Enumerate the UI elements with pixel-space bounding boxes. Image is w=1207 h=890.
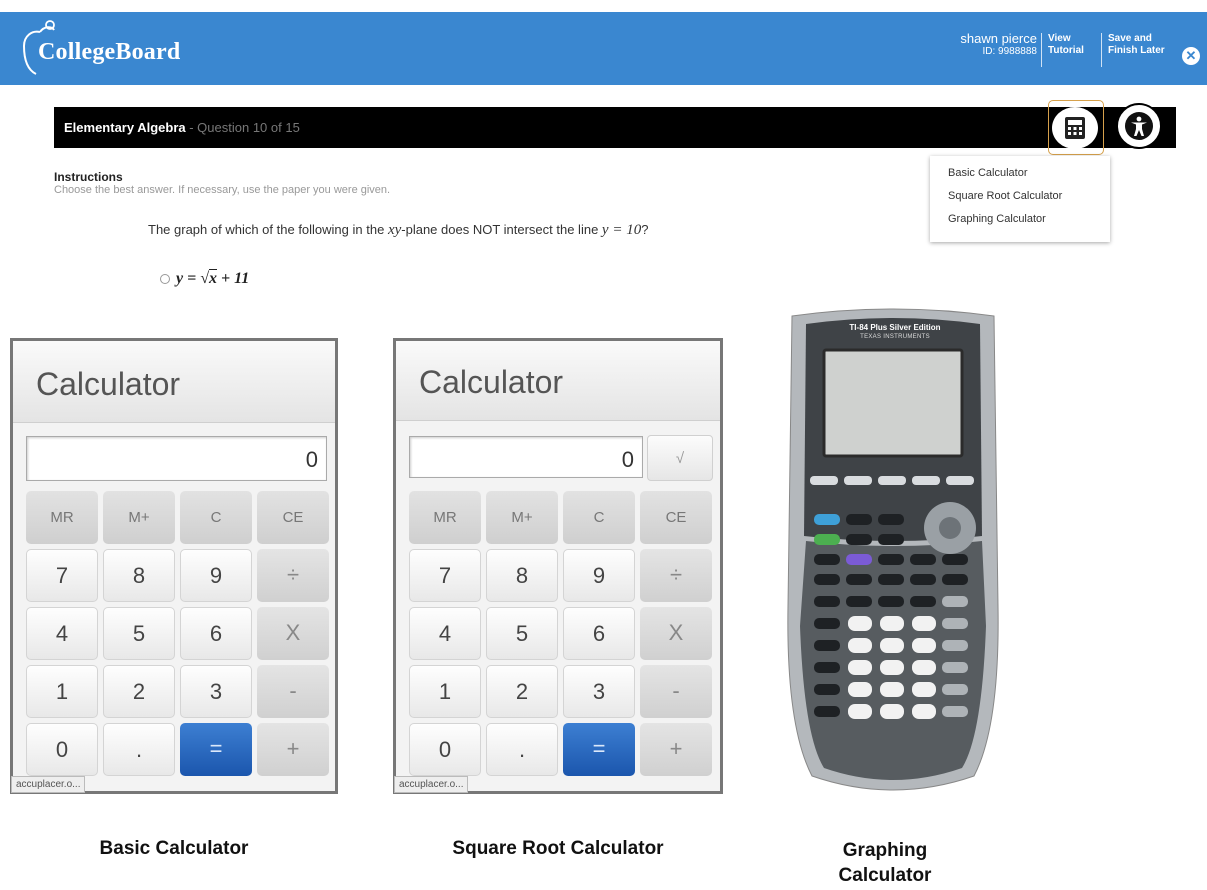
basic-key-0[interactable]: 0 [26,723,98,776]
sqrt-key-3[interactable]: 3 [563,665,635,718]
question-line-equation: y = 10 [601,222,642,238]
basic-key-5[interactable]: 5 [103,607,175,660]
graphing-calculator-model: TI-84 Plus Silver Edition [849,323,941,332]
tutorial-line-2: Tutorial [1048,45,1084,56]
question-var-xy: xy [387,222,402,238]
sqrt-key-8[interactable]: 8 [486,549,558,602]
question-text: The graph of which of the following in t… [148,222,648,239]
sqrt-key-7[interactable]: 7 [409,549,481,602]
sqrt-key-6[interactable]: 6 [563,607,635,660]
answer-option[interactable]: y = √x + 11 [160,270,249,288]
basic-calculator: Calculator 0 accuplacer.o... MR M+ C CE 7 8 9 ÷… [10,338,338,794]
answer-radio[interactable] [160,274,170,284]
basic-key-clear[interactable]: C [180,491,252,544]
sqrt-key-5[interactable]: 5 [486,607,558,660]
basic-key-3[interactable]: 3 [180,665,252,718]
answer-radicand: x [209,270,217,287]
calculator-icon [1065,117,1085,139]
sqrt-key-0[interactable]: 0 [409,723,481,776]
question-bar: Elementary Algebra - Question 10 of 15 [54,107,1176,148]
question-counter: - Question 10 of 15 [185,120,300,135]
accessibility-button[interactable] [1116,103,1162,149]
square-root-key[interactable]: √ [647,435,713,481]
logo-text: CollegeBoard [38,38,181,65]
basic-key-8[interactable]: 8 [103,549,175,602]
basic-key-4[interactable]: 4 [26,607,98,660]
sqrt-key-clear-entry[interactable]: CE [640,491,712,544]
save-and-finish-later-link[interactable]: Save and Finish Later [1101,33,1171,67]
graphing-calculator-brand: TEXAS INSTRUMENTS [860,334,930,340]
menu-item-graphing-calculator[interactable]: Graphing Calculator [948,212,1110,235]
caption-graphing-line-1: Graphing [842,840,928,861]
caption-graphing-calculator: Graphing Calculator [820,838,950,888]
app-header: CollegeBoard shawn pierce ID: 9988888 Vi… [0,12,1207,85]
basic-calculator-url-label: accuplacer.o... [11,776,86,793]
graphing-calculator-image [787,308,999,791]
sqrt-key-minus[interactable]: - [640,665,712,718]
basic-key-divide[interactable]: ÷ [257,549,329,602]
user-name: shawn pierce [960,31,1037,46]
question-bar-text: Elementary Algebra - Question 10 of 15 [64,120,300,135]
basic-key-plus[interactable]: + [257,723,329,776]
finish-line-1: Save and [1108,33,1152,44]
user-info: shawn pierce ID: 9988888 [925,32,1037,58]
sqrt-key-decimal[interactable]: . [486,723,558,776]
sqrt-key-equals[interactable]: = [563,723,635,776]
tutorial-line-1: View [1048,33,1071,44]
menu-item-square-root-calculator[interactable]: Square Root Calculator [948,189,1110,212]
sqrt-key-1[interactable]: 1 [409,665,481,718]
sqrt-calculator-display: 0 [409,436,643,478]
question-part-3: ? [641,222,649,237]
question-part-1: The graph of which of the following in t… [148,222,388,237]
sqrt-calculator-title: Calculator [396,341,720,421]
close-icon[interactable]: ✕ [1182,47,1200,65]
caption-basic-calculator: Basic Calculator [99,838,249,859]
sqrt-key-4[interactable]: 4 [409,607,481,660]
question-part-2: -plane does NOT intersect the line [401,222,602,237]
user-id: ID: 9988888 [982,46,1038,57]
instructions-title: Instructions [54,170,123,184]
basic-key-9[interactable]: 9 [180,549,252,602]
basic-key-minus[interactable]: - [257,665,329,718]
sqrt-key-mr[interactable]: MR [409,491,481,544]
sqrt-key-plus[interactable]: + [640,723,712,776]
square-root-calculator: Calculator 0 √ accuplacer.o... MR M+ C CE 7 8… [393,338,723,794]
view-tutorial-link[interactable]: View Tutorial [1041,33,1093,67]
sqrt-key-multiply[interactable]: X [640,607,712,660]
basic-key-7[interactable]: 7 [26,549,98,602]
caption-square-root-calculator: Square Root Calculator [452,838,664,859]
finish-line-2: Finish Later [1108,45,1165,56]
sqrt-key-9[interactable]: 9 [563,549,635,602]
basic-key-mr[interactable]: MR [26,491,98,544]
accessibility-icon [1125,112,1153,140]
calculator-button[interactable] [1052,107,1098,149]
sqrt-calculator-url-label: accuplacer.o... [394,776,469,793]
basic-key-1[interactable]: 1 [26,665,98,718]
calculator-menu: Basic Calculator Square Root Calculator … [930,156,1110,242]
caption-graphing-line-2: Calculator [838,865,932,886]
basic-calculator-display: 0 [26,436,327,481]
basic-key-clear-entry[interactable]: CE [257,491,329,544]
collegeboard-logo: CollegeBoard [18,20,180,76]
basic-calculator-title: Calculator [13,341,335,423]
basic-key-decimal[interactable]: . [103,723,175,776]
sqrt-key-clear[interactable]: C [563,491,635,544]
sqrt-key-divide[interactable]: ÷ [640,549,712,602]
subject-title: Elementary Algebra [64,120,186,135]
basic-key-m-plus[interactable]: M+ [103,491,175,544]
answer-text: y = √x + 11 [176,270,249,288]
menu-item-basic-calculator[interactable]: Basic Calculator [948,166,1110,189]
instructions-body: Choose the best answer. If necessary, us… [54,184,391,196]
basic-key-multiply[interactable]: X [257,607,329,660]
basic-key-equals[interactable]: = [180,723,252,776]
sqrt-key-m-plus[interactable]: M+ [486,491,558,544]
sqrt-key-2[interactable]: 2 [486,665,558,718]
basic-key-6[interactable]: 6 [180,607,252,660]
answer-prefix: y = √ [176,270,209,287]
answer-suffix: + 11 [217,270,250,287]
basic-key-2[interactable]: 2 [103,665,175,718]
